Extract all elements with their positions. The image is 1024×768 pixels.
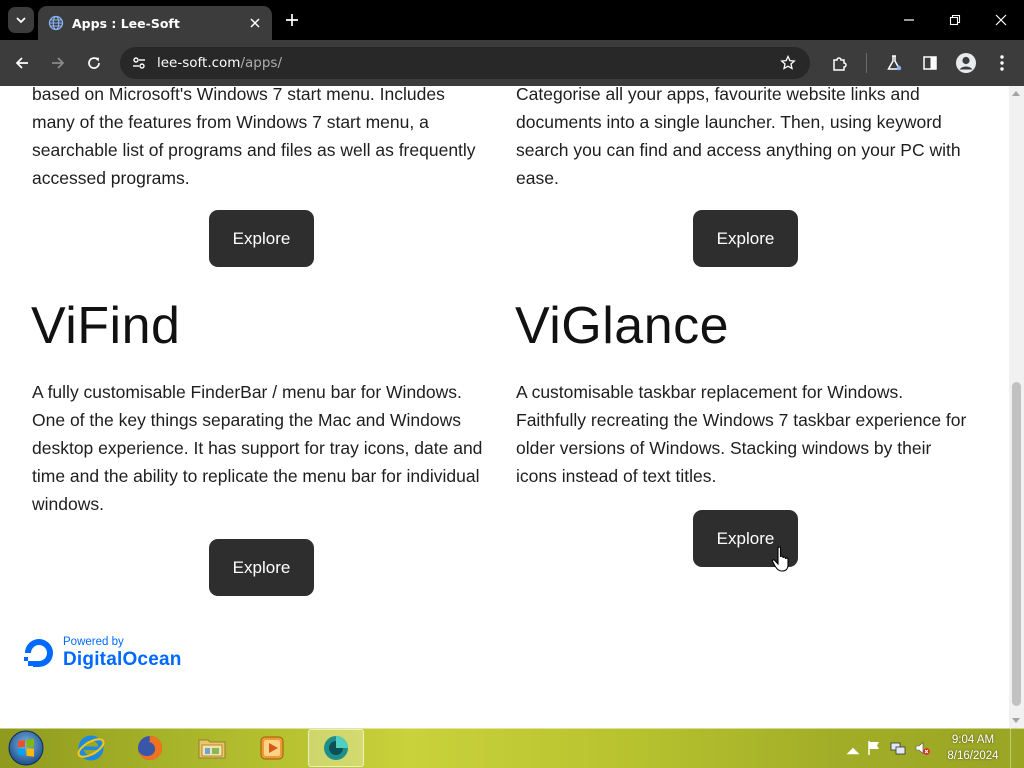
system-clock[interactable]: 9:04 AM 8/16/2024 — [944, 732, 1002, 764]
show-desktop-button[interactable] — [1010, 728, 1024, 768]
digitalocean-label: DigitalOcean — [63, 649, 182, 670]
volume-muted-icon[interactable] — [914, 740, 930, 756]
folder-icon — [198, 739, 226, 759]
globe-icon — [48, 15, 64, 31]
system-tray: 9:04 AM 8/16/2024 — [842, 728, 1024, 768]
clock-time: 9:04 AM — [951, 734, 995, 746]
reload-icon[interactable] — [82, 51, 106, 75]
explore-button-start-menu[interactable]: Explore — [209, 210, 314, 267]
side-panel-icon[interactable] — [918, 51, 942, 75]
extensions-icon[interactable] — [828, 51, 852, 75]
description-line: many of the features from Windows 7 star… — [32, 112, 429, 132]
description-line: based on Microsoft's Windows 7 start men… — [32, 86, 445, 104]
internet-explorer-icon — [77, 735, 105, 761]
taskbar-windows-explorer[interactable] — [184, 729, 240, 767]
scrollbar-thumb[interactable] — [1012, 382, 1021, 706]
digitalocean-badge[interactable]: Powered by DigitalOcean — [22, 634, 192, 674]
back-icon[interactable] — [10, 51, 34, 75]
description-line: windows. — [32, 494, 104, 514]
description-line: time and the ability to replicate the me… — [32, 466, 480, 486]
vifind-description: A fully customisable FinderBar / menu ba… — [32, 378, 482, 518]
close-tab-icon[interactable] — [246, 14, 264, 32]
profile-avatar-icon[interactable] — [954, 51, 978, 75]
description-line: Categorise all your apps, favourite webs… — [516, 86, 920, 104]
windows-taskbar: 9:04 AM 8/16/2024 — [0, 728, 1024, 768]
taskbar-media-player[interactable] — [244, 729, 300, 767]
url-text: lee-soft.com/apps/ — [157, 55, 282, 71]
description-line: searchable list of programs and files as… — [32, 140, 476, 160]
tab-title: Apps : Lee-Soft — [72, 15, 180, 31]
clock-date: 8/16/2024 — [947, 750, 999, 762]
page-viewport: based on Microsoft's Windows 7 start men… — [0, 86, 1024, 728]
start-menu-app-description: based on Microsoft's Windows 7 start men… — [32, 86, 476, 192]
description-line: icons instead of text titles. — [516, 466, 717, 486]
tab-active[interactable]: Apps : Lee-Soft — [38, 6, 272, 40]
page-scrollbar[interactable] — [1009, 86, 1024, 728]
viglance-title: ViGlance — [515, 297, 730, 355]
scroll-down-arrow-icon[interactable] — [1012, 718, 1020, 723]
minimize-icon[interactable] — [897, 8, 921, 32]
description-line: A fully customisable FinderBar / menu ba… — [32, 382, 462, 402]
explore-button-launcher[interactable]: Explore — [693, 210, 798, 267]
description-line: Faithfully recreating the Windows 7 task… — [516, 410, 967, 430]
new-tab-icon[interactable] — [282, 10, 302, 30]
tab-search-button[interactable] — [8, 7, 34, 33]
description-line: A customisable taskbar replacement for W… — [516, 382, 904, 402]
restore-icon[interactable] — [943, 8, 967, 32]
description-line: older versions of Windows. Stacking wind… — [516, 438, 932, 458]
labs-flask-icon[interactable] — [882, 51, 906, 75]
forward-icon[interactable] — [46, 51, 70, 75]
hand-cursor-icon — [771, 546, 789, 572]
scroll-up-arrow-icon[interactable] — [1012, 91, 1020, 96]
description-line: ease. — [516, 168, 559, 188]
media-player-icon — [260, 736, 284, 760]
viglance-description: A customisable taskbar replacement for W… — [516, 378, 966, 490]
toolbar-separator — [866, 53, 867, 73]
close-window-icon[interactable] — [989, 8, 1013, 32]
site-settings-icon[interactable] — [131, 55, 147, 71]
description-line: search you can find and access anything … — [516, 140, 961, 160]
explore-button-vifind[interactable]: Explore — [209, 539, 314, 596]
browser-toolbar: lee-soft.com/apps/ — [0, 40, 1024, 86]
menu-kebab-icon[interactable] — [990, 51, 1014, 75]
taskbar-internet-explorer[interactable] — [63, 729, 119, 767]
firefox-icon — [138, 735, 163, 760]
description-line: One of the key things separating the Mac… — [32, 410, 461, 430]
url-path: /apps/ — [240, 55, 283, 71]
vifind-title: ViFind — [31, 297, 181, 355]
taskbar-firefox[interactable] — [122, 729, 178, 767]
chevron-down-icon — [16, 17, 26, 24]
powered-by-label: Powered by — [63, 636, 124, 648]
action-center-flag-icon[interactable] — [866, 740, 882, 756]
network-icon[interactable] — [890, 740, 906, 756]
description-line: documents into a single launcher. Then, … — [516, 112, 942, 132]
description-line: desktop experience. It has support for t… — [32, 438, 483, 458]
url-host: lee-soft.com — [157, 55, 241, 71]
tab-strip: Apps : Lee-Soft — [0, 0, 1024, 40]
show-hidden-icons-icon[interactable] — [845, 743, 861, 759]
description-line: accessed programs. — [32, 168, 190, 188]
taskbar-viglance-active[interactable] — [308, 729, 364, 767]
viglance-app-icon — [324, 736, 348, 760]
address-bar[interactable]: lee-soft.com/apps/ — [120, 47, 810, 79]
bookmark-star-icon[interactable] — [780, 55, 796, 71]
launcher-app-description: Categorise all your apps, favourite webs… — [516, 86, 961, 192]
digitalocean-logo-icon — [24, 639, 53, 667]
windows-start-orb-icon[interactable] — [6, 729, 46, 767]
